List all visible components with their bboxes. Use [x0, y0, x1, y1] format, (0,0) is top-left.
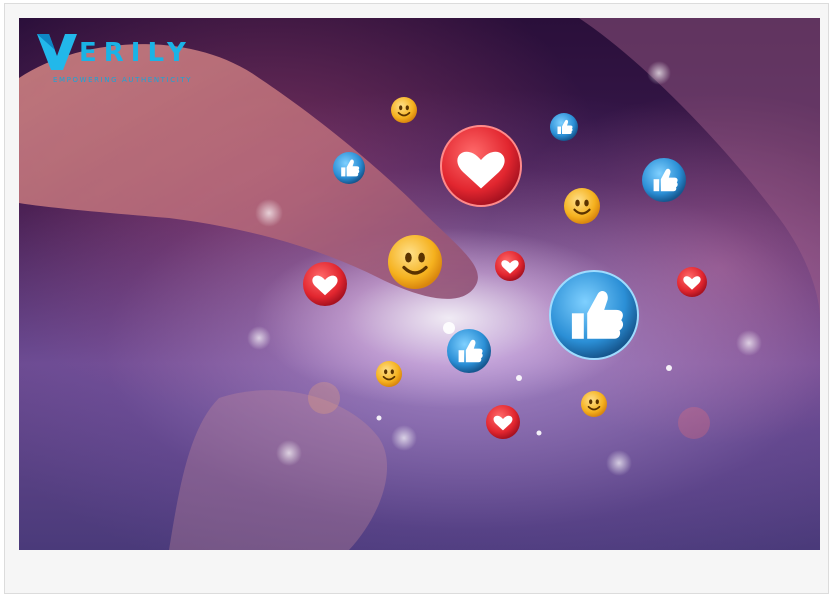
hero-photo: ERILY EMPOWERING AUTHENTICITY: [19, 18, 820, 550]
smiley-icon: [391, 97, 417, 123]
reactions-scene: [19, 18, 820, 550]
thumbs-up-icon: [642, 158, 686, 202]
heart-icon: [440, 125, 522, 207]
logo-v-mark: [37, 34, 77, 70]
heart-icon: [303, 262, 347, 306]
logo-wordmark: ERILY: [79, 38, 193, 68]
thumbs-up-icon: [549, 270, 639, 360]
logo-tagline: EMPOWERING AUTHENTICITY: [53, 76, 193, 84]
smiley-icon: [581, 391, 607, 417]
heart-icon: [495, 251, 525, 281]
heart-icon: [677, 267, 707, 297]
heart-icon: [486, 405, 520, 439]
brand-logo: ERILY EMPOWERING AUTHENTICITY: [35, 32, 205, 88]
reflection-shape: [169, 390, 388, 550]
thumbs-up-icon: [447, 329, 491, 373]
smiley-icon: [564, 188, 600, 224]
image-card: ERILY EMPOWERING AUTHENTICITY: [4, 3, 829, 594]
thumbs-up-icon: [550, 113, 578, 141]
smiley-icon: [388, 235, 442, 289]
smiley-icon: [376, 361, 402, 387]
thumbs-up-icon: [333, 152, 365, 184]
